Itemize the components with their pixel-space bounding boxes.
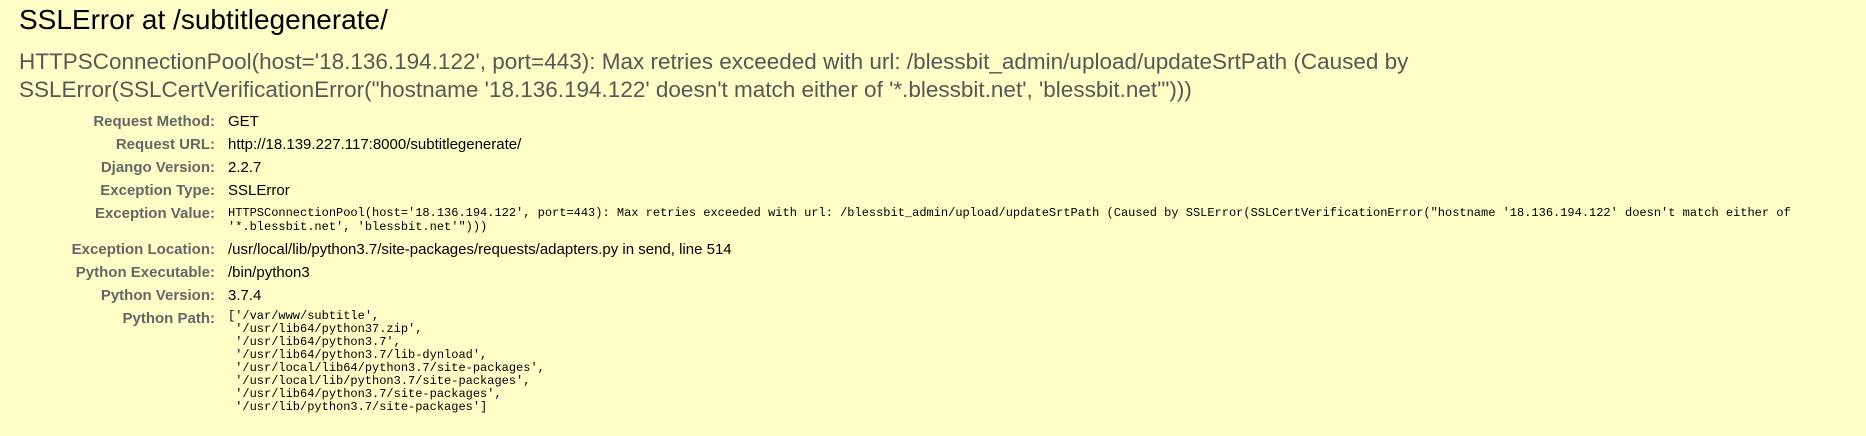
meta-row-request-url: Request URL: http://18.139.227.117:8000/… — [19, 133, 1838, 156]
exception-value-value: HTTPSConnectionPool(host='18.136.194.122… — [228, 206, 1798, 234]
request-meta-table: Request Method: GET Request URL: http://… — [19, 110, 1838, 414]
exception-location-value: /usr/local/lib/python3.7/site-packages/r… — [228, 241, 732, 258]
exception-type-value: SSLError — [228, 182, 290, 199]
python-path-entry: '/usr/lib64/python37.zip', — [228, 322, 423, 336]
request-url-value: http://18.139.227.117:8000/subtitlegener… — [228, 136, 522, 153]
django-version-value: 2.2.7 — [228, 159, 262, 176]
python-path-cell: ['/var/www/subtitle', '/usr/lib64/python… — [228, 307, 1838, 414]
meta-row-django-version: Django Version: 2.2.7 — [19, 156, 1838, 179]
python-executable-label: Python Executable: — [75, 264, 215, 281]
request-method-value: GET — [228, 113, 259, 130]
exception-location-label: Exception Location: — [71, 241, 215, 258]
meta-row-exception-type: Exception Type: SSLError — [19, 179, 1838, 202]
meta-row-python-path: Python Path: ['/var/www/subtitle', '/usr… — [19, 307, 1838, 414]
django-version-label: Django Version: — [100, 159, 215, 176]
exception-value-label: Exception Value: — [94, 205, 215, 222]
page-title: SSLError at /subtitlegenerate/ — [19, 4, 388, 35]
meta-row-exception-value: Exception Value: HTTPSConnectionPool(hos… — [19, 202, 1838, 238]
meta-row-python-version: Python Version: 3.7.4 — [19, 284, 1838, 307]
python-executable-value: /bin/python3 — [228, 264, 310, 281]
python-path-entry: '/usr/lib/python3.7/site-packages'] — [228, 400, 488, 414]
python-path-label: Python Path: — [122, 310, 216, 327]
request-url-label: Request URL: — [115, 136, 215, 153]
error-summary: SSLError at /subtitlegenerate/ HTTPSConn… — [0, 0, 1866, 414]
python-path-list: ['/var/www/subtitle', '/usr/lib64/python… — [228, 307, 1838, 414]
meta-row-request-method: Request Method: GET — [19, 110, 1838, 133]
python-version-label: Python Version: — [100, 287, 215, 304]
python-path-entry: ['/var/www/subtitle', — [228, 309, 380, 323]
exception-type-label: Exception Type: — [100, 182, 215, 199]
meta-row-python-executable: Python Executable: /bin/python3 — [19, 261, 1838, 284]
python-version-value: 3.7.4 — [228, 287, 262, 304]
request-method-label: Request Method: — [93, 113, 215, 130]
meta-row-exception-location: Exception Location: /usr/local/lib/pytho… — [19, 238, 1838, 261]
exception-message: HTTPSConnectionPool(host='18.136.194.122… — [19, 49, 1409, 102]
